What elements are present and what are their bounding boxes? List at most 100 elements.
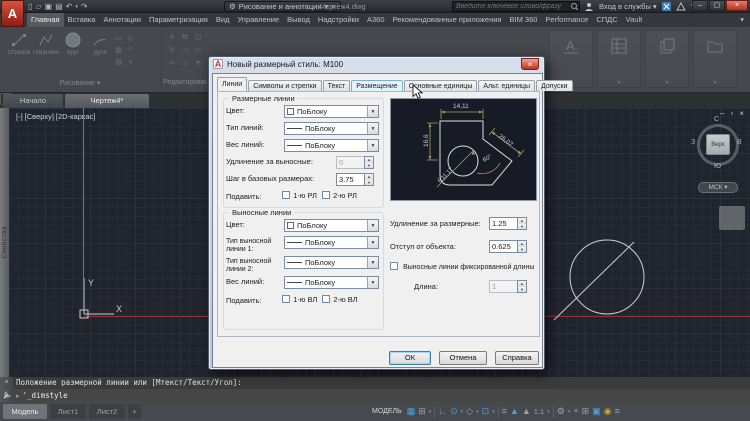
- search-icon[interactable]: [570, 2, 579, 11]
- workspace-gear-icon[interactable]: ⚙: [557, 402, 565, 421]
- tab-alt-units[interactable]: Альт. единицы: [478, 80, 535, 91]
- annotation-visibility-icon[interactable]: ▲: [510, 402, 519, 421]
- grid-icon[interactable]: ▦: [407, 402, 416, 421]
- spinner-arrows[interactable]: ▲▼: [517, 217, 527, 230]
- suppress-ext1-checkbox[interactable]: [282, 295, 290, 303]
- close-button[interactable]: ×: [726, 0, 748, 11]
- a360-icon[interactable]: [676, 2, 686, 11]
- dim-baseline-spinner[interactable]: 3.75 ▲▼: [336, 173, 374, 186]
- wrench-icon[interactable]: [2, 391, 11, 400]
- rotate-icon[interactable]: ↻: [166, 45, 178, 57]
- suppress-ext2-checkbox[interactable]: [322, 295, 330, 303]
- arc-tool[interactable]: Дуга: [87, 32, 113, 56]
- viewcube-north[interactable]: С: [714, 116, 719, 123]
- viewcube-ucs-menu[interactable]: МСК ▾: [698, 182, 738, 193]
- lineweight-icon[interactable]: ≡: [502, 402, 507, 421]
- ribbon-tab-featured-apps[interactable]: Рекомендованные приложения: [389, 13, 506, 27]
- chevron-down-icon[interactable]: ▾: [568, 409, 571, 415]
- tab-symbols-arrows[interactable]: Символы и стрелки: [248, 80, 321, 91]
- ext-color-combo[interactable]: ПоБлоку ▼: [284, 219, 379, 232]
- offset-from-origin-spinner[interactable]: 0.625 ▲▼: [489, 240, 527, 253]
- undo-icon[interactable]: ↶: [66, 2, 73, 11]
- search-box[interactable]: [452, 1, 580, 12]
- model-tab[interactable]: Модель: [3, 404, 47, 419]
- layout2-tab[interactable]: Лист2: [89, 404, 125, 419]
- new-layout-button[interactable]: +: [128, 404, 141, 419]
- suppress-dim1-checkbox[interactable]: [282, 191, 290, 199]
- ok-button[interactable]: ОК: [389, 351, 431, 365]
- close-icon[interactable]: ×: [4, 379, 8, 386]
- rectangle-icon[interactable]: ▭: [113, 33, 124, 44]
- annotation-autoscale-icon[interactable]: ▲: [522, 402, 531, 421]
- trim-icon[interactable]: ✂: [166, 58, 178, 70]
- ribbon-tab-insert[interactable]: Вставка: [64, 13, 100, 27]
- viewcube-east[interactable]: В: [737, 139, 742, 146]
- move-icon[interactable]: ✛: [166, 32, 178, 44]
- redo-icon[interactable]: ↷: [81, 2, 88, 11]
- crosshair-icon[interactable]: +: [573, 402, 578, 421]
- customize-icon[interactable]: ≡: [615, 402, 620, 421]
- undo-dropdown-icon[interactable]: ▾: [75, 4, 78, 10]
- viewcube-south[interactable]: Ю: [714, 163, 721, 170]
- suppress-dim2-checkbox[interactable]: [322, 191, 330, 199]
- save-icon[interactable]: ▣: [45, 2, 53, 11]
- ext-linetype1-combo[interactable]: ПоБлоку ▼: [284, 236, 379, 249]
- spinner-arrows[interactable]: ▲▼: [364, 173, 374, 186]
- panel-block-button[interactable]: ▾: [645, 30, 689, 88]
- viewcube-west[interactable]: З: [691, 139, 695, 146]
- extend-beyond-dim-spinner[interactable]: 1.25 ▲▼: [489, 217, 527, 230]
- tab-lines[interactable]: Линии: [217, 77, 247, 91]
- plot-icon[interactable]: ▤: [55, 2, 63, 11]
- point-icon[interactable]: +: [125, 57, 136, 68]
- viewport-restore-icon[interactable]: ▫: [730, 109, 733, 118]
- minimize-button[interactable]: –: [692, 0, 708, 11]
- annotation-scale-value[interactable]: 1:1: [534, 402, 544, 421]
- spinner-arrows[interactable]: ▲▼: [517, 240, 527, 253]
- ext-linetype2-combo[interactable]: ПоБлоку ▼: [284, 256, 379, 269]
- chevron-down-icon[interactable]: ▾: [461, 409, 464, 415]
- fixed-length-checkbox[interactable]: [390, 262, 398, 270]
- dim-linetype-combo[interactable]: ПоБлоку ▼: [284, 122, 379, 135]
- ribbon-tab-performance[interactable]: Performance: [541, 13, 592, 27]
- snap-icon[interactable]: ⊞: [418, 402, 426, 421]
- chevron-down-icon[interactable]: ▾: [476, 409, 479, 415]
- clean-screen-icon[interactable]: ▣: [592, 402, 601, 421]
- recent-commands-icon[interactable]: ▸: [16, 392, 20, 400]
- open-icon[interactable]: ▱: [35, 2, 41, 11]
- help-button[interactable]: Справка: [495, 351, 539, 365]
- copy-icon[interactable]: ⧉: [179, 32, 191, 44]
- viewport-minimize-icon[interactable]: –: [720, 109, 724, 118]
- spinner-arrows[interactable]: ▲▼: [364, 156, 374, 169]
- viewport-close-icon[interactable]: ×: [739, 109, 744, 118]
- person-icon[interactable]: [584, 2, 594, 11]
- panel-group-button[interactable]: ▾: [693, 30, 737, 88]
- exchange-icon[interactable]: [662, 2, 671, 11]
- offset-icon[interactable]: ≋: [192, 58, 204, 70]
- cancel-button[interactable]: Отмена: [439, 351, 487, 365]
- ribbon-tab-addins[interactable]: Надстройки: [314, 13, 363, 27]
- ribbon-tab-home[interactable]: Главная: [27, 13, 64, 27]
- tab-text[interactable]: Текст: [323, 80, 351, 91]
- ribbon-tab-output[interactable]: Вывод: [283, 13, 314, 27]
- file-tab-start[interactable]: Начало: [3, 94, 63, 108]
- dim-extend-spinner[interactable]: 0 ▲▼: [336, 156, 374, 169]
- ribbon-tab-manage[interactable]: Управление: [233, 13, 283, 27]
- maximize-button[interactable]: ▢: [709, 0, 725, 11]
- polar-tracking-icon[interactable]: ⊙: [450, 402, 458, 421]
- ext-lineweight-combo[interactable]: ПоБлоку ▼: [284, 276, 379, 289]
- erase-icon[interactable]: ▱: [179, 58, 191, 70]
- tab-fit[interactable]: Размещение: [351, 80, 402, 91]
- hatch-icon[interactable]: ▨: [113, 45, 124, 56]
- scale-icon[interactable]: ▭: [192, 45, 204, 57]
- file-tab-drawing[interactable]: Чертеж4*: [65, 94, 149, 108]
- dialog-close-button[interactable]: ×: [521, 58, 539, 70]
- tab-tolerances[interactable]: Допуски: [536, 80, 572, 91]
- viewcube-top-face[interactable]: Верх: [706, 134, 730, 155]
- spinner-arrows[interactable]: ▲▼: [517, 280, 527, 293]
- line-tool[interactable]: Отрезок: [6, 32, 32, 56]
- chevron-down-icon[interactable]: ▾: [492, 409, 495, 415]
- layout1-tab[interactable]: Лист1: [50, 404, 86, 419]
- dim-color-combo[interactable]: ПоБлоку ▼: [284, 105, 379, 118]
- ribbon-tab-vault[interactable]: Vault: [622, 13, 647, 27]
- dialog-title-bar[interactable]: A Новый размерный стиль: М100: [213, 59, 343, 69]
